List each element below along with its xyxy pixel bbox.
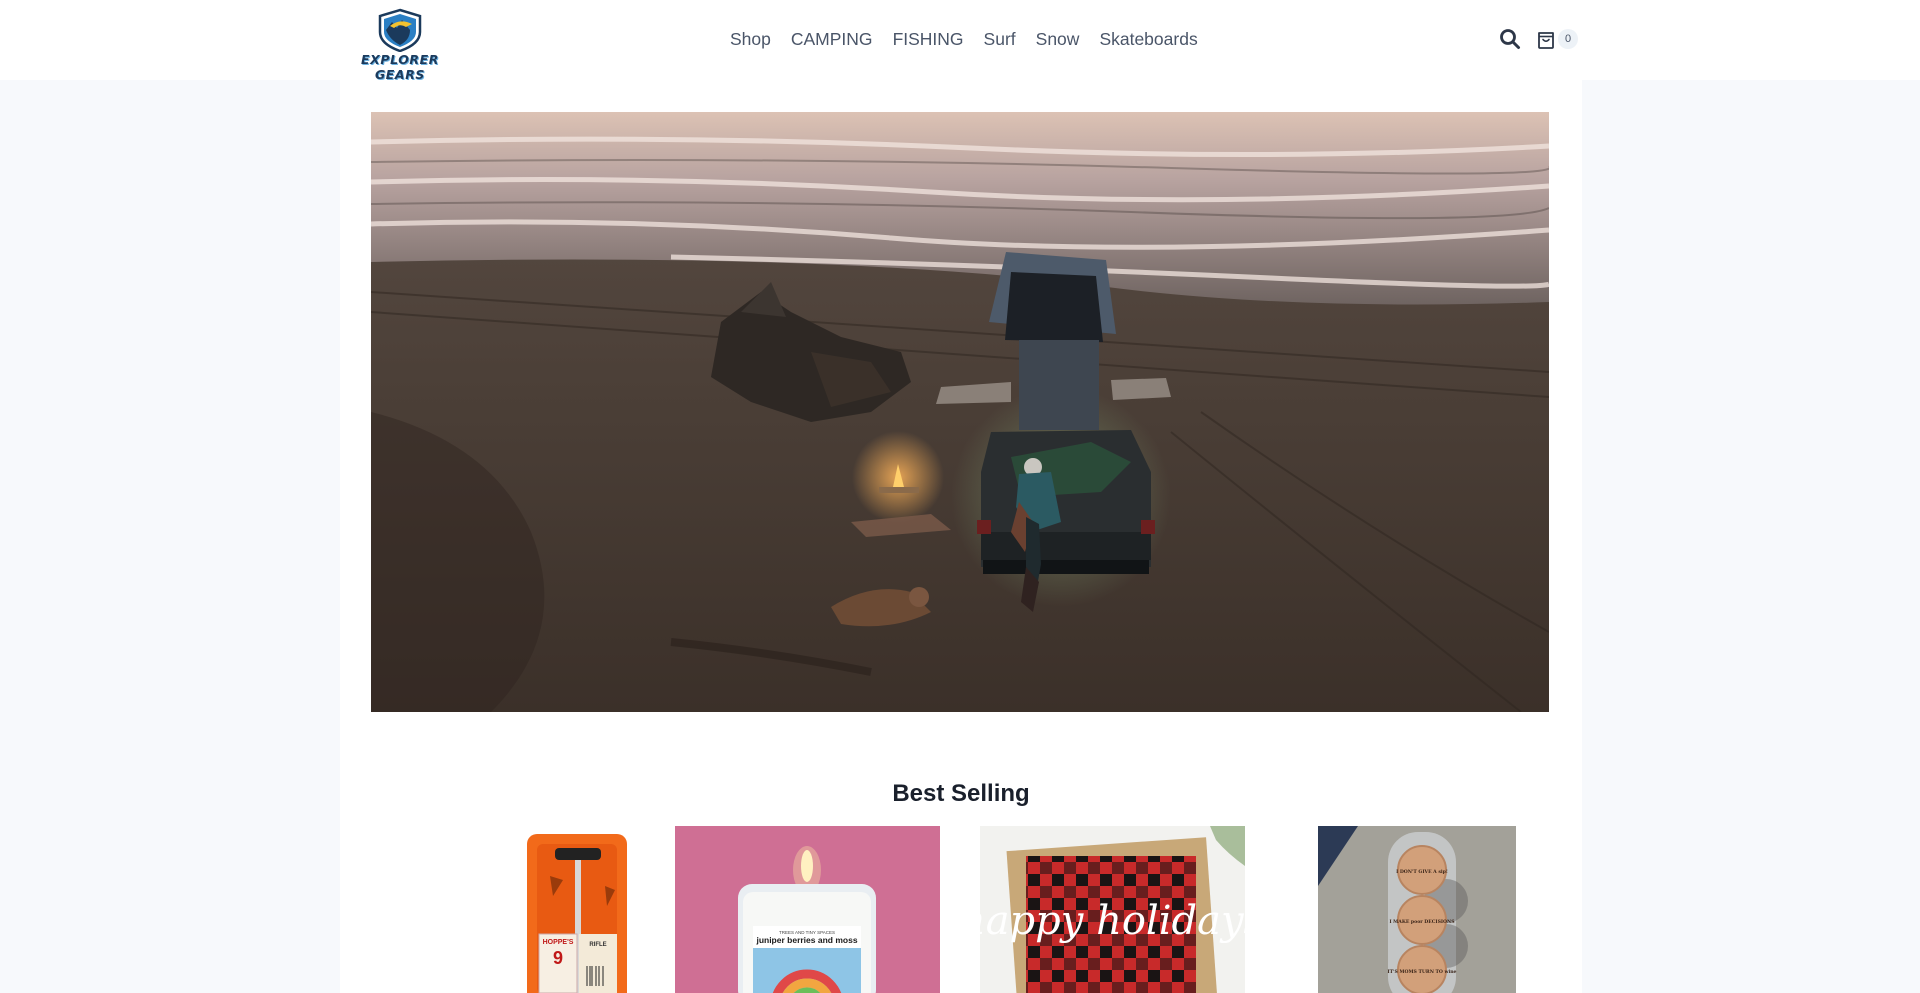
search-icon	[1500, 29, 1520, 49]
site-header: EXPLORER GEARS Shop CAMPING FISHING Surf…	[0, 0, 1920, 82]
logo-text: EXPLORER GEARS	[360, 52, 440, 82]
cart-button[interactable]: 0	[1536, 27, 1582, 51]
nav-item-fishing[interactable]: FISHING	[883, 27, 974, 51]
cleaning-kit-image: HOPPE'S 9 RIFLE	[527, 834, 627, 993]
coaster-text-2: I MAKE poor DECISIONS	[1389, 919, 1455, 925]
main-nav: Shop CAMPING FISHING Surf Snow Skateboar…	[720, 27, 1208, 51]
search-button[interactable]	[1499, 28, 1521, 50]
cleaning-kit-package-number: 9	[553, 948, 563, 968]
cart-count-badge: 0	[1558, 29, 1578, 49]
nav-item-skateboards[interactable]: Skateboards	[1089, 27, 1207, 51]
holiday-card-image: happy holidays	[980, 826, 1245, 993]
nav-item-camping[interactable]: CAMPING	[781, 27, 883, 51]
site-logo[interactable]: EXPLORER GEARS	[340, 8, 460, 82]
holiday-card-text: happy holidays	[980, 898, 1245, 944]
shopping-bag-icon	[1538, 32, 1554, 49]
candle-image: TREES AND TINY SPACES juniper berries an…	[675, 826, 940, 993]
cleaning-kit-package-label: RIFLE	[589, 942, 606, 948]
main-content: Best Selling HOPPE'S 9 RIFLE TREES AND T…	[340, 80, 1582, 993]
product-card-coasters[interactable]: I DON'T GIVE A sip! I MAKE poor DECISION…	[1318, 826, 1516, 993]
product-card-holiday-card[interactable]: happy holidays	[980, 826, 1245, 993]
coaster-text-1: I DON'T GIVE A sip!	[1396, 869, 1448, 875]
beach-camping-photo	[371, 112, 1549, 712]
best-selling-title: Best Selling	[892, 780, 1030, 807]
coasters-image: I DON'T GIVE A sip! I MAKE poor DECISION…	[1318, 826, 1516, 993]
nav-item-snow[interactable]: Snow	[1026, 27, 1090, 51]
candle-label-text: juniper berries and moss	[755, 935, 857, 945]
product-card-cleaning-kit[interactable]: HOPPE'S 9 RIFLE	[415, 826, 679, 993]
cleaning-kit-package-brand: HOPPE'S	[543, 939, 574, 946]
nav-item-surf[interactable]: Surf	[974, 27, 1026, 51]
coaster-text-3: IT'S MOMS TURN TO wine	[1387, 969, 1456, 975]
hero-image	[371, 112, 1549, 712]
shield-logo-icon	[378, 8, 422, 53]
product-card-candle[interactable]: TREES AND TINY SPACES juniper berries an…	[675, 826, 940, 993]
nav-item-shop[interactable]: Shop	[720, 27, 781, 51]
